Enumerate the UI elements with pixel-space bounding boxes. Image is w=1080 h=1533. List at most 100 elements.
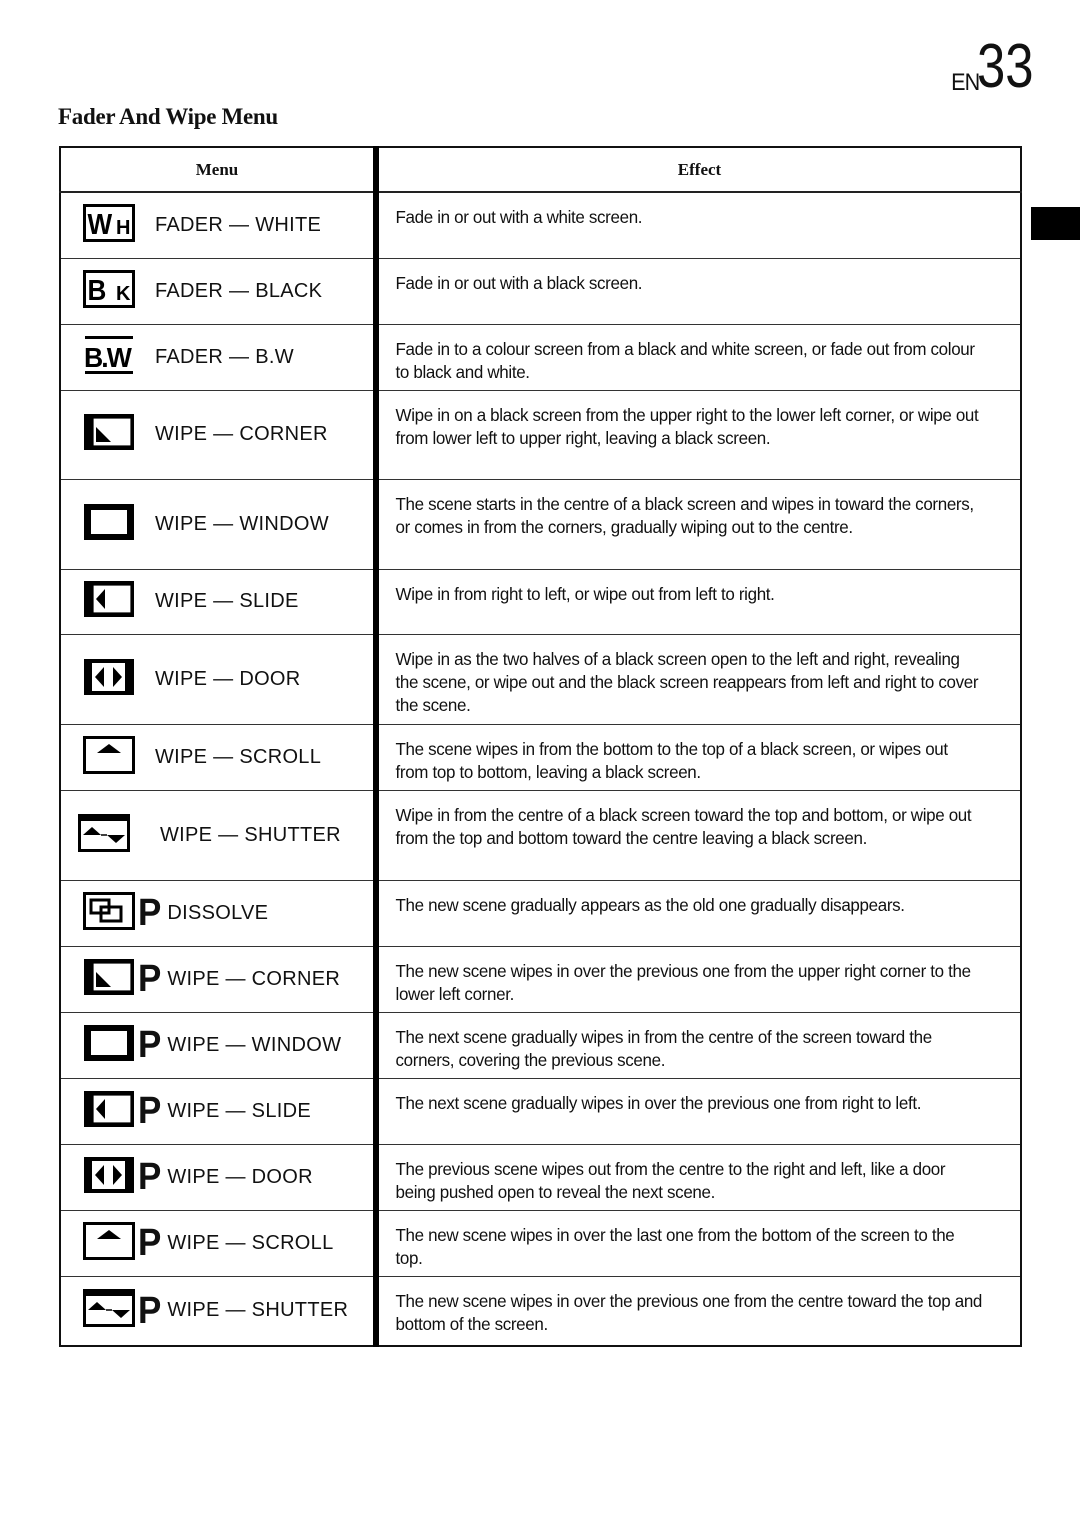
dissolve-icon	[83, 891, 135, 935]
effect-cell: The new scene wipes in over the previous…	[376, 945, 1021, 1012]
table-row: W H FADER — WHITE Fade in or out with a whi…	[60, 191, 1021, 258]
menu-cell: WIPE — WINDOW	[60, 478, 379, 569]
menu-item: WIPE — SLIDE	[62, 580, 372, 623]
effect-description: The next scene gradually wipes in over t…	[395, 1092, 922, 1113]
p-wipe-door-icon	[83, 1156, 135, 1199]
p-wipe-shutter-icon	[83, 1289, 135, 1332]
menu-item: WIPE — SCROLL	[62, 735, 372, 779]
menu-item-label: WIPE — DOOR	[167, 1165, 313, 1188]
menu-item-label: WIPE — CORNER	[167, 967, 341, 990]
menu-item: WIPE — WINDOW	[62, 503, 372, 546]
effect-description: The previous scene wipes out from the ce…	[395, 1158, 946, 1202]
menu-item-label: DISSOLVE	[167, 901, 269, 924]
effect-cell: The new scene wipes in over the last one…	[376, 1209, 1021, 1276]
page-number-value: 33	[977, 32, 1034, 101]
effect-cell: Wipe in as the two halves of a black scr…	[376, 633, 1021, 724]
svg-text:B: B	[88, 273, 107, 306]
menu-cell: WIPE — CORNER	[60, 389, 379, 479]
fader-wipe-table: Menu Effect W H FADER — WHITE Fade in or ou…	[59, 146, 1022, 1347]
effect-cell: The next scene gradually wipes in over t…	[376, 1077, 1021, 1144]
menu-item: WIPE — SHUTTER	[62, 813, 372, 857]
wipe-window-icon	[83, 503, 135, 546]
menu-item-label: FADER — B.W	[155, 345, 294, 368]
menu-cell: B.W FADER — B.W	[60, 323, 379, 390]
p-wipe-scroll-icon	[83, 1221, 135, 1265]
menu-item: W H FADER — WHITE	[62, 203, 372, 247]
effect-description: Fade in or out with a black screen.	[395, 272, 643, 293]
table-row: P WIPE — WINDOW The next scene gradually w…	[60, 1011, 1021, 1078]
menu-item-label: WIPE — SLIDE	[167, 1099, 311, 1122]
menu-cell: P WIPE — CORNER	[60, 945, 379, 1012]
effect-cell: The scene wipes in from the bottom to th…	[376, 723, 1021, 790]
table-row: WIPE — SHUTTER Wipe in from the centre of…	[60, 789, 1021, 880]
wipe-slide-icon	[83, 580, 135, 623]
effect-description: Wipe in on a black screen from the upper…	[395, 404, 979, 448]
p-wipe-window-icon	[83, 1024, 135, 1067]
table-row: P WIPE — SCROLL The new scene wipes in ove…	[60, 1209, 1021, 1276]
menu-cell: WIPE — SHUTTER	[60, 789, 379, 880]
effect-cell: The previous scene wipes out from the ce…	[376, 1143, 1021, 1210]
picture-mode-p-icon: P	[138, 1024, 162, 1066]
menu-cell: P WIPE — WINDOW	[60, 1011, 379, 1078]
picture-mode-p-icon: P	[138, 1222, 162, 1264]
table-row: P DISSOLVE The new scene gradually appears…	[60, 879, 1021, 946]
table-row: WIPE — SLIDE Wipe in from right to left, …	[60, 568, 1021, 634]
menu-item: P WIPE — SHUTTER	[62, 1289, 372, 1332]
table-row: P WIPE — SLIDE The next scene gradually wi…	[60, 1077, 1021, 1144]
svg-text:W: W	[88, 207, 113, 240]
effect-description: Fade in to a colour screen from a black …	[395, 338, 976, 382]
menu-item-label: WIPE — WINDOW	[167, 1033, 342, 1056]
effect-description: The scene starts in the centre of a blac…	[395, 493, 975, 537]
fader-black-icon: BK	[83, 269, 135, 313]
effect-cell: Wipe in from the centre of a black scree…	[376, 789, 1021, 880]
menu-cell: WIPE — DOOR	[60, 633, 379, 724]
menu-cell: WIPE — SLIDE	[60, 568, 379, 634]
wipe-corner-icon	[83, 413, 135, 456]
p-wipe-corner-icon	[83, 958, 135, 1001]
menu-cell: WIPE — SCROLL	[60, 723, 379, 790]
picture-mode-p-icon: P	[138, 958, 162, 1000]
table-row: WIPE — CORNER Wipe in on a black screen f…	[60, 389, 1021, 479]
menu-cell: W H FADER — WHITE	[60, 191, 379, 258]
menu-item: P WIPE — SLIDE	[62, 1090, 372, 1133]
table-row: P WIPE — CORNER The new scene wipes in ove…	[60, 945, 1021, 1012]
effect-description: The new scene gradually appears as the o…	[395, 894, 905, 915]
page-number: EN 33	[948, 36, 1038, 98]
effect-cell: The new scene wipes in over the previous…	[376, 1275, 1021, 1346]
wipe-scroll-icon	[83, 735, 135, 779]
menu-cell: P WIPE — SCROLL	[60, 1209, 379, 1276]
p-wipe-slide-icon	[83, 1090, 135, 1133]
effect-description: The new scene wipes in over the previous…	[395, 1290, 983, 1334]
svg-text:H: H	[116, 217, 130, 239]
effect-description: Wipe in from right to left, or wipe out …	[395, 583, 775, 604]
picture-mode-p-icon: P	[138, 1090, 162, 1132]
picture-mode-p-icon: P	[138, 892, 162, 934]
menu-item-label: WIPE — CORNER	[155, 423, 328, 445]
menu-item-label: WIPE — SLIDE	[155, 590, 299, 612]
header-menu: Menu	[60, 147, 379, 193]
section-edge-tab	[1031, 207, 1080, 240]
menu-item-label: FADER — WHITE	[155, 213, 322, 236]
effect-cell: The scene starts in the centre of a blac…	[376, 478, 1021, 569]
table-row: WIPE — WINDOW The scene starts in the cen…	[60, 478, 1021, 569]
header-effect: Effect	[376, 147, 1021, 193]
menu-item-label: WIPE — SCROLL	[167, 1231, 334, 1254]
menu-item: WIPE — CORNER	[62, 413, 372, 456]
effect-description: The new scene wipes in over the last one…	[395, 1224, 955, 1268]
menu-item-label: FADER — BLACK	[155, 279, 323, 302]
effect-cell: Wipe in from right to left, or wipe out …	[376, 568, 1021, 634]
menu-item: P WIPE — WINDOW	[62, 1024, 372, 1067]
table-row: B K FADER — BLACK Fade in or out with a bla…	[60, 257, 1021, 324]
table-row: B.W FADER — B.W Fade in to a colour screen…	[60, 323, 1021, 390]
section-title: Fader And Wipe Menu	[58, 104, 278, 129]
table-row: WIPE — SCROLL The scene wipes in from the…	[60, 723, 1021, 790]
menu-item: P WIPE — SCROLL	[62, 1221, 372, 1265]
menu-cell: P DISSOLVE	[60, 879, 379, 946]
menu-cell: B K FADER — BLACK	[60, 257, 379, 324]
effect-description: The next scene gradually wipes in from t…	[395, 1026, 933, 1070]
page-number-prefix: EN	[950, 69, 980, 96]
effect-description: The scene wipes in from the bottom to th…	[395, 738, 949, 782]
menu-item: P WIPE — CORNER	[62, 958, 372, 1001]
effect-cell: Fade in or out with a white screen.	[376, 191, 1021, 258]
menu-item: P WIPE — DOOR	[62, 1156, 372, 1199]
